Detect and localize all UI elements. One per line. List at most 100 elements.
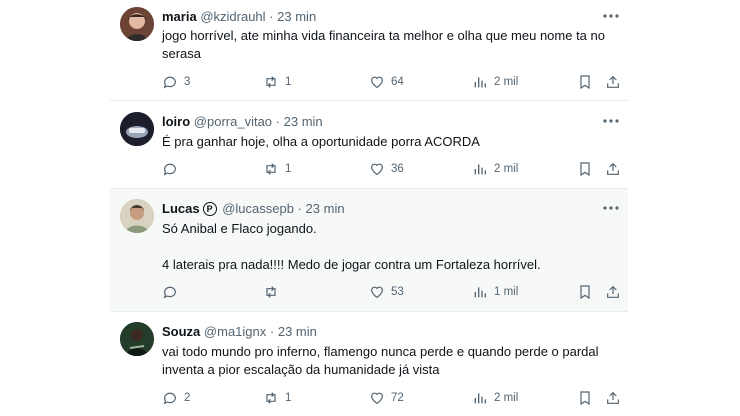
reply-count: 2 [184,392,191,404]
user-handle[interactable]: @ma1ignx [204,324,266,339]
tweet-item[interactable]: Lucas P @lucassepb · 23 min Só Anibal e F… [110,189,628,312]
display-name[interactable]: maria [162,9,197,24]
separator-dot: · [269,9,274,24]
display-name[interactable]: loiro [162,114,190,129]
analytics-icon [474,393,486,404]
timestamp[interactable]: 23 min [278,324,317,339]
avatar[interactable] [120,199,154,233]
display-name[interactable]: Souza [162,324,200,339]
separator-dot: · [275,114,281,129]
reply-count: 3 [184,76,191,88]
tweet-item[interactable]: Souza @ma1ignx · 23 min vai todo mundo p… [110,312,628,416]
share-button[interactable] [605,282,621,302]
verified-badge-icon: P [202,202,217,216]
retweet-button[interactable]: 1 [263,159,291,179]
more-options-icon[interactable] [602,203,620,213]
tweet-item[interactable]: loiro @porra_vitao · 23 min É pra ganhar… [110,101,628,189]
bookmark-icon [580,391,590,406]
like-count: 64 [391,76,404,88]
bookmark-button[interactable] [577,388,593,408]
like-button[interactable]: 53 [369,282,404,302]
bookmark-button[interactable] [577,159,593,179]
reply-button[interactable]: 3 [162,72,190,92]
bookmark-button[interactable] [577,282,593,302]
retweet-icon [266,76,276,88]
bookmark-icon [580,285,590,300]
reply-icon [163,286,176,299]
heart-icon [371,392,383,405]
share-icon [607,391,619,404]
tweet-actions: 53 1 mil [162,282,628,302]
tweet-text: jogo horrível, ate minha vida financeira… [162,28,609,61]
retweet-icon [266,392,276,404]
bookmark-icon [580,162,590,177]
reply-icon [163,392,176,405]
avatar[interactable] [120,322,154,356]
tweet-feed: maria @kzidrauhl · 23 min jogo horrível,… [110,0,628,416]
separator-dot: · [269,324,275,339]
retweet-button[interactable] [263,282,285,302]
avatar[interactable] [120,112,154,146]
timestamp[interactable]: 23 min [306,201,345,216]
separator-dot: · [297,201,302,216]
like-count: 36 [391,163,404,175]
view-count: 2 mil [494,163,519,175]
tweet-header: maria @kzidrauhl · 23 min [162,9,316,24]
timestamp[interactable]: 23 min [284,114,323,129]
views-button[interactable]: 2 mil [472,159,518,179]
tweet-header: Lucas P @lucassepb · 23 min [162,201,345,216]
heart-icon [371,286,383,299]
share-button[interactable] [605,72,621,92]
user-handle[interactable]: @lucassepb [222,201,294,216]
analytics-icon [474,287,486,298]
share-icon [607,285,619,298]
like-button[interactable]: 64 [369,72,404,92]
retweet-count: 1 [285,392,292,404]
retweet-button[interactable]: 1 [263,72,291,92]
analytics-icon [474,77,486,88]
heart-icon [371,76,383,89]
share-button[interactable] [605,159,621,179]
retweet-count: 1 [285,163,292,175]
views-button[interactable]: 2 mil [472,388,518,408]
tweet-text: vai todo mundo pro inferno, flamengo nun… [162,344,603,377]
user-handle[interactable]: @porra_vitao [194,114,272,129]
tweet-text: Só Anibal e Flaco jogando. 4 laterais pr… [162,221,541,272]
bookmark-icon [580,75,590,90]
retweet-icon [266,286,276,298]
views-button[interactable]: 2 mil [472,72,518,92]
reply-icon [163,76,176,89]
heart-icon [371,163,383,176]
tweet-header: Souza @ma1ignx · 23 min [162,324,317,339]
retweet-icon [266,163,276,175]
tweet-actions: 3 1 64 2 mil [162,72,628,92]
view-count: 1 mil [494,286,519,298]
view-count: 2 mil [494,76,519,88]
reply-button[interactable] [162,282,184,302]
more-options-icon[interactable] [602,116,620,126]
retweet-count: 1 [285,76,292,88]
tweet-text: É pra ganhar hoje, olha a oportunidade p… [162,134,480,149]
share-button[interactable] [605,388,621,408]
view-count: 2 mil [494,392,519,404]
reply-button[interactable] [162,159,184,179]
like-button[interactable]: 72 [369,388,404,408]
bookmark-button[interactable] [577,72,593,92]
views-button[interactable]: 1 mil [472,282,518,302]
share-icon [607,75,619,88]
tweet-header: loiro @porra_vitao · 23 min [162,114,323,129]
like-count: 53 [391,286,404,298]
retweet-button[interactable]: 1 [263,388,291,408]
user-handle[interactable]: @kzidrauhl [200,9,265,24]
tweet-actions: 1 36 2 mil [162,159,628,179]
like-button[interactable]: 36 [369,159,404,179]
tweet-actions: 2 1 72 2 mil [162,388,628,408]
avatar[interactable] [120,7,154,41]
tweet-item[interactable]: maria @kzidrauhl · 23 min jogo horrível,… [110,0,628,101]
more-options-icon[interactable] [602,11,620,21]
display-name[interactable]: Lucas [162,201,200,216]
like-count: 72 [391,392,404,404]
reply-button[interactable]: 2 [162,388,190,408]
timestamp[interactable]: 23 min [277,9,316,24]
analytics-icon [474,164,486,175]
